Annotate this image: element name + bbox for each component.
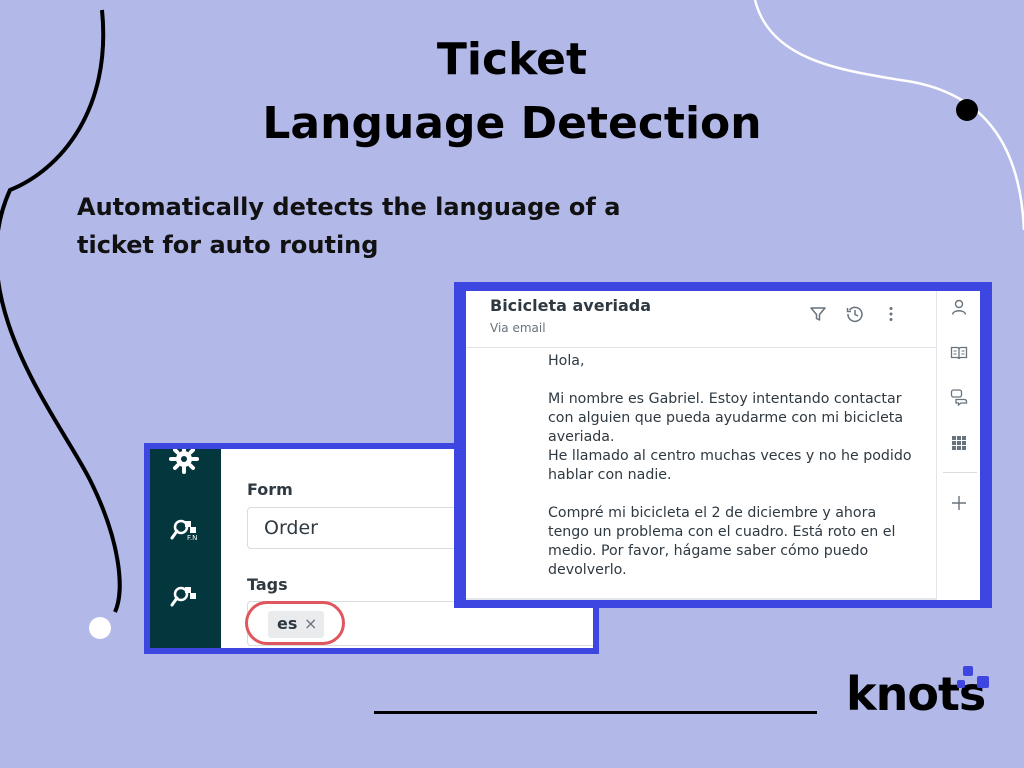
app-icon[interactable] (168, 579, 200, 611)
divider (466, 598, 936, 600)
history-icon[interactable] (846, 305, 864, 323)
form-label: Form (247, 480, 293, 499)
apps-grid-icon[interactable] (950, 434, 968, 452)
ticket-subject: Bicicleta averiada (490, 296, 651, 315)
more-icon[interactable] (882, 305, 900, 323)
ticket-message-body: Hola, Mi nombre es Gabriel. Estoy intent… (548, 353, 912, 578)
chat-icon[interactable] (950, 388, 968, 406)
ticket-screenshot: Bicicleta averiada Via email Hola, Mi no… (454, 282, 992, 608)
context-rail (936, 291, 980, 600)
svg-text:F.N: F.N (187, 534, 197, 542)
tag-highlight-circle (245, 601, 345, 645)
dot-decoration (89, 617, 111, 639)
brand-logo-icon (957, 666, 989, 688)
page-title-line-1: Ticket (436, 34, 588, 85)
tags-label: Tags (247, 575, 288, 594)
ticket-main: Bicicleta averiada Via email Hola, Mi no… (466, 291, 936, 600)
ticket-header: Bicicleta averiada Via email (466, 291, 936, 348)
ticket-channel: Via email (490, 321, 546, 335)
gear-icon[interactable] (168, 449, 200, 475)
divider (943, 472, 977, 473)
app-icon[interactable]: F.N (168, 513, 200, 545)
book-icon[interactable] (950, 344, 968, 362)
app-sidebar: F.N (150, 449, 221, 648)
page-title-line-2: Language Detection (262, 98, 762, 149)
plus-icon[interactable] (950, 494, 968, 512)
filter-icon[interactable] (809, 305, 827, 323)
footer-rule (374, 711, 817, 714)
page-subtitle: Automatically detects the language of a … (77, 193, 621, 259)
user-icon[interactable] (950, 298, 968, 316)
